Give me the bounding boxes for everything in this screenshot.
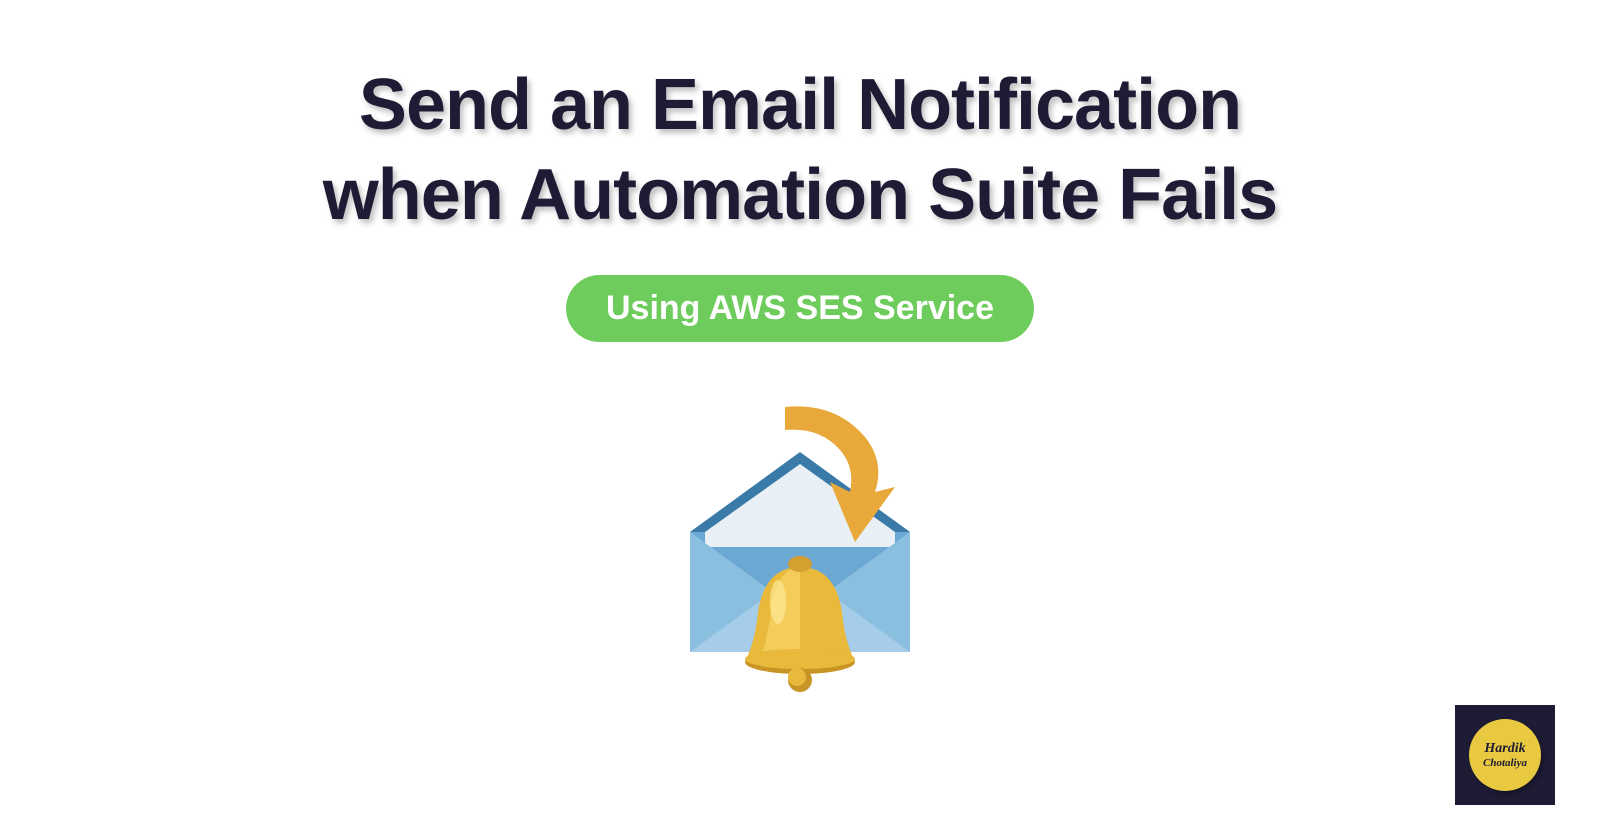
author-logo-badge: Hardik Chotaliya — [1455, 705, 1555, 805]
envelope-bell-icon — [660, 382, 940, 702]
subtitle-pill: Using AWS SES Service — [566, 275, 1034, 342]
author-name: Hardik — [1484, 741, 1525, 756]
author-surname: Chotaliya — [1483, 757, 1527, 769]
heading-line-1: Send an Email Notification — [359, 65, 1241, 145]
author-logo-circle: Hardik Chotaliya — [1469, 719, 1541, 791]
pill-label: Using AWS SES Service — [606, 289, 994, 327]
heading-line-2: when Automation Suite Fails — [323, 155, 1277, 235]
email-bell-illustration — [660, 382, 940, 702]
main-heading: Send an Email Notification when Automati… — [323, 60, 1277, 240]
